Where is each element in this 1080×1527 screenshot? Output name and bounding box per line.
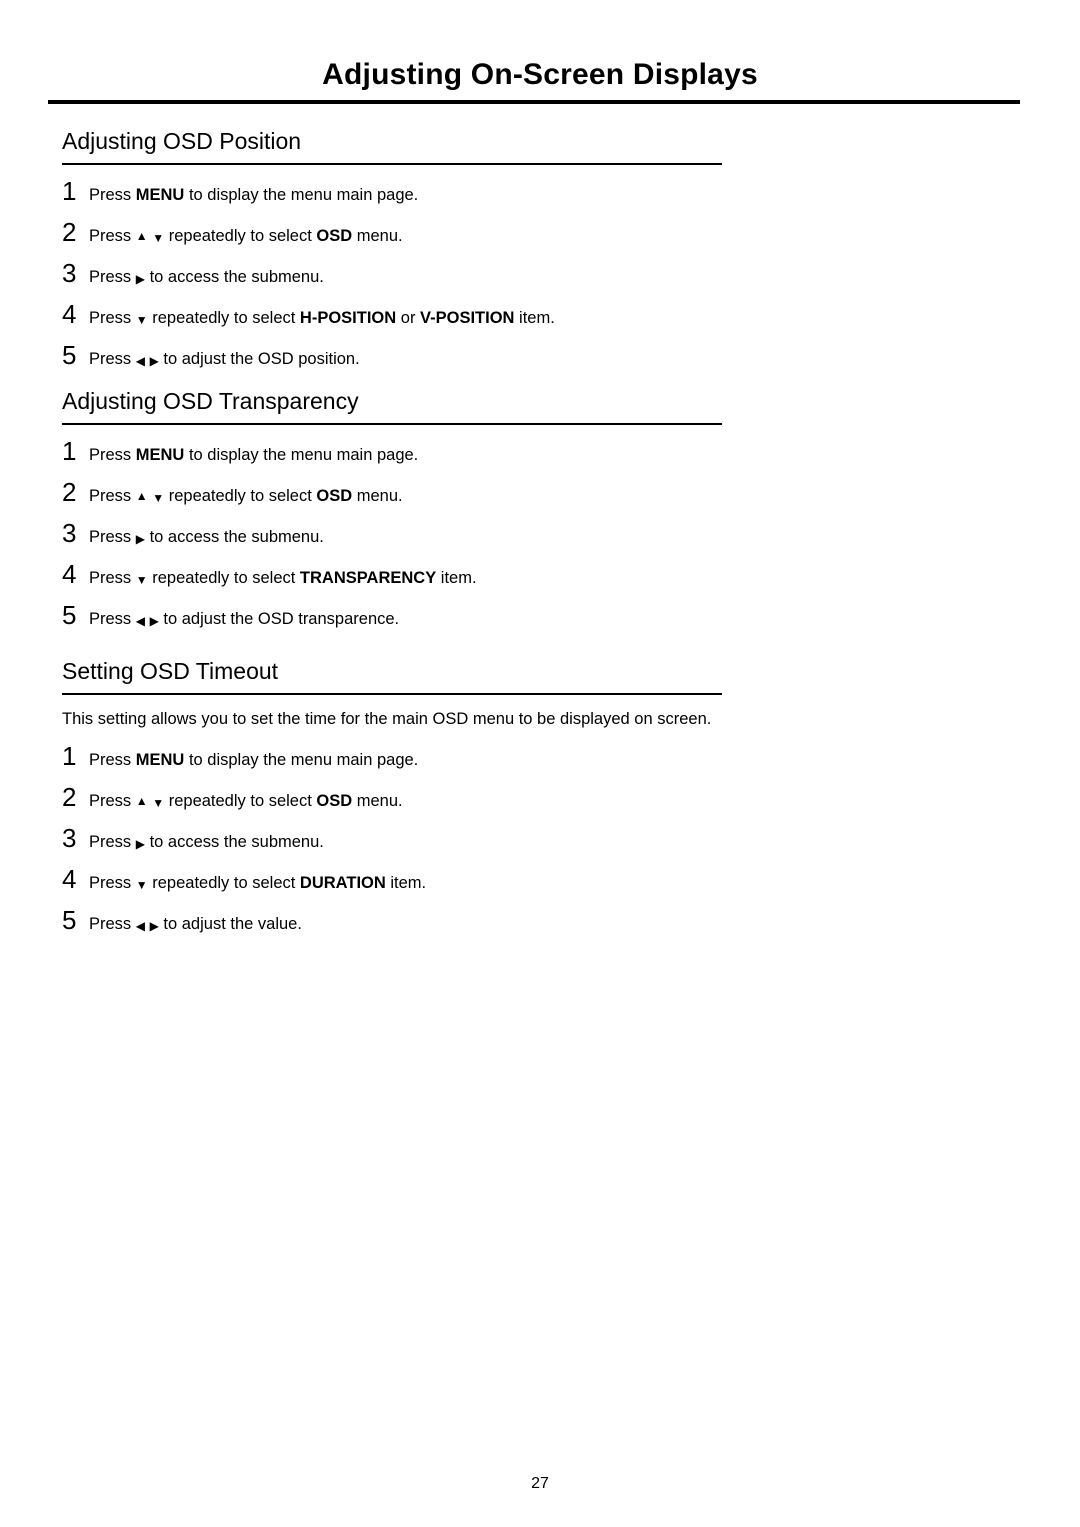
step-text: Press ◀ ▶ to adjust the OSD transparence… [89, 610, 400, 628]
step-number: 1 [62, 741, 77, 771]
step-text: Press ◀ ▶ to adjust the value. [89, 915, 302, 933]
step-item: 4 Press ▼ repeatedly to select DURATION i… [62, 866, 1020, 894]
step-item: 5 Press ◀ ▶ to adjust the value. [62, 907, 1020, 935]
step-number: 3 [62, 258, 77, 288]
step-item: 3 Press ▶ to access the submenu. [62, 260, 1020, 288]
step-number: 4 [62, 559, 77, 589]
emphasis-text: MENU [135, 186, 185, 204]
step-text: Press ▼ repeatedly to select H-POSITION … [89, 309, 555, 327]
arrow-right-icon: ▶ [135, 532, 145, 546]
emphasis-text: OSD [316, 792, 353, 810]
arrow-left-icon: ◀ [135, 919, 145, 933]
step-text: Press ▲ ▼ repeatedly to select OSD menu. [89, 487, 403, 505]
arrow-right-icon: ▶ [149, 354, 159, 368]
step-number: 1 [62, 176, 77, 206]
emphasis-text: MENU [135, 446, 185, 464]
step-item: 2 Press ▲ ▼ repeatedly to select OSD menu… [62, 219, 1020, 247]
step-item: 2 Press ▲ ▼ repeatedly to select OSD menu… [62, 784, 1020, 812]
step-number: 2 [62, 477, 77, 507]
section: Setting OSD Timeout This setting allows y… [62, 656, 1020, 951]
arrow-down-icon: ▼ [135, 573, 148, 587]
emphasis-text: DURATION [299, 874, 386, 892]
step-text: Press ▶ to access the submenu. [89, 268, 324, 286]
step-number: 5 [62, 600, 77, 630]
step-item: 4 Press ▼ repeatedly to select H-POSITION… [62, 301, 1020, 329]
step-list: 1 Press MENU to display the menu main pag… [62, 743, 1020, 935]
section-divider [62, 423, 722, 425]
step-number: 2 [62, 782, 77, 812]
step-item: 5 Press ◀ ▶ to adjust the OSD position. [62, 342, 1020, 370]
step-item: 2 Press ▲ ▼ repeatedly to select OSD menu… [62, 479, 1020, 507]
section-title: Setting OSD Timeout [62, 658, 279, 684]
step-text: Press MENU to display the menu main page… [89, 186, 419, 204]
arrow-up-icon: ▲ [135, 489, 148, 503]
emphasis-text: OSD [316, 487, 353, 505]
arrow-right-icon: ▶ [149, 614, 159, 628]
arrow-left-icon: ◀ [135, 614, 145, 628]
arrow-up-icon: ▲ [135, 229, 148, 243]
section-divider [62, 163, 722, 165]
arrow-down-icon: ▼ [152, 231, 165, 245]
step-number: 3 [62, 518, 77, 548]
emphasis-text: OSD [316, 227, 353, 245]
arrow-right-icon: ▶ [149, 919, 159, 933]
sections-container: Adjusting OSD Position 1 Press MENU to dis… [62, 126, 1020, 951]
arrow-right-icon: ▶ [135, 272, 145, 286]
step-text: Press ◀ ▶ to adjust the OSD position. [89, 350, 360, 368]
step-item: 3 Press ▶ to access the submenu. [62, 520, 1020, 548]
page-number: 27 [531, 1475, 549, 1492]
arrow-down-icon: ▼ [152, 796, 165, 810]
step-item: 1 Press MENU to display the menu main pag… [62, 743, 1020, 771]
step-item: 1 Press MENU to display the menu main pag… [62, 438, 1020, 466]
section-title: Adjusting OSD Position [62, 128, 302, 154]
step-text: Press ▼ repeatedly to select TRANSPARENC… [89, 569, 477, 587]
step-number: 4 [62, 864, 77, 894]
step-text: Press ▶ to access the submenu. [89, 528, 324, 546]
step-list: 1 Press MENU to display the menu main pag… [62, 438, 1020, 630]
step-item: 4 Press ▼ repeatedly to select TRANSPAREN… [62, 561, 1020, 589]
emphasis-text: H-POSITION [299, 309, 397, 327]
step-number: 5 [62, 905, 77, 935]
step-item: 1 Press MENU to display the menu main pag… [62, 178, 1020, 206]
section-divider [62, 693, 722, 695]
step-text: Press MENU to display the menu main page… [89, 751, 419, 769]
arrow-left-icon: ◀ [135, 354, 145, 368]
page-title: Adjusting On-Screen Displays [322, 58, 758, 91]
step-text: Press ▶ to access the submenu. [89, 833, 324, 851]
step-number: 5 [62, 340, 77, 370]
section: Adjusting OSD Transparency 1 Press MENU to… [62, 386, 1020, 656]
step-number: 4 [62, 299, 77, 329]
step-item: 3 Press ▶ to access the submenu. [62, 825, 1020, 853]
section-title: Adjusting OSD Transparency [62, 388, 359, 414]
step-text: Press ▲ ▼ repeatedly to select OSD menu. [89, 792, 403, 810]
step-number: 3 [62, 823, 77, 853]
arrow-down-icon: ▼ [135, 878, 148, 892]
arrow-down-icon: ▼ [152, 491, 165, 505]
step-text: Press ▼ repeatedly to select DURATION it… [89, 874, 427, 892]
section-intro: This setting allows you to set the time … [62, 710, 712, 728]
step-text: Press MENU to display the menu main page… [89, 446, 419, 464]
document-page: Adjusting On-Screen Displays Adjusting O… [0, 0, 1080, 1527]
step-item: 5 Press ◀ ▶ to adjust the OSD transparenc… [62, 602, 1020, 630]
arrow-right-icon: ▶ [135, 837, 145, 851]
step-list: 1 Press MENU to display the menu main pag… [62, 178, 1020, 370]
step-number: 1 [62, 436, 77, 466]
emphasis-text: V-POSITION [420, 309, 515, 327]
emphasis-text: TRANSPARENCY [299, 569, 437, 587]
page-content: Adjusting OSD Position 1 Press MENU to dis… [0, 104, 1080, 951]
arrow-up-icon: ▲ [135, 794, 148, 808]
arrow-down-icon: ▼ [135, 313, 148, 327]
emphasis-text: MENU [135, 751, 185, 769]
step-text: Press ▲ ▼ repeatedly to select OSD menu. [89, 227, 403, 245]
step-number: 2 [62, 217, 77, 247]
section: Adjusting OSD Position 1 Press MENU to dis… [62, 126, 1020, 386]
